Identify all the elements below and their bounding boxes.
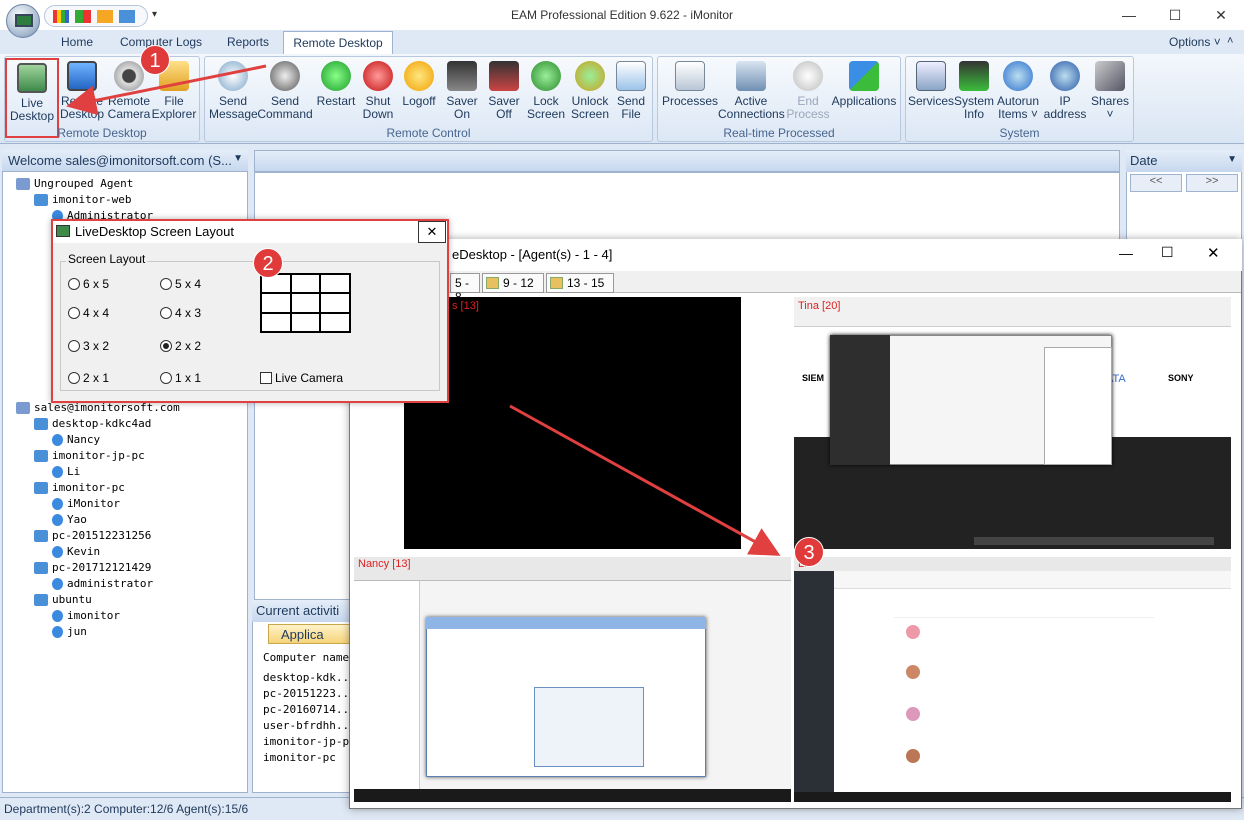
step-marker-3: 3 <box>794 537 824 567</box>
arrow-to-live-desktop <box>66 64 267 116</box>
step-marker-2: 2 <box>253 248 283 278</box>
app-logo-icon[interactable] <box>6 4 40 38</box>
step-marker-1: 1 <box>140 45 170 75</box>
annotation-arrows <box>66 64 781 556</box>
arrow-to-screen <box>509 404 781 556</box>
